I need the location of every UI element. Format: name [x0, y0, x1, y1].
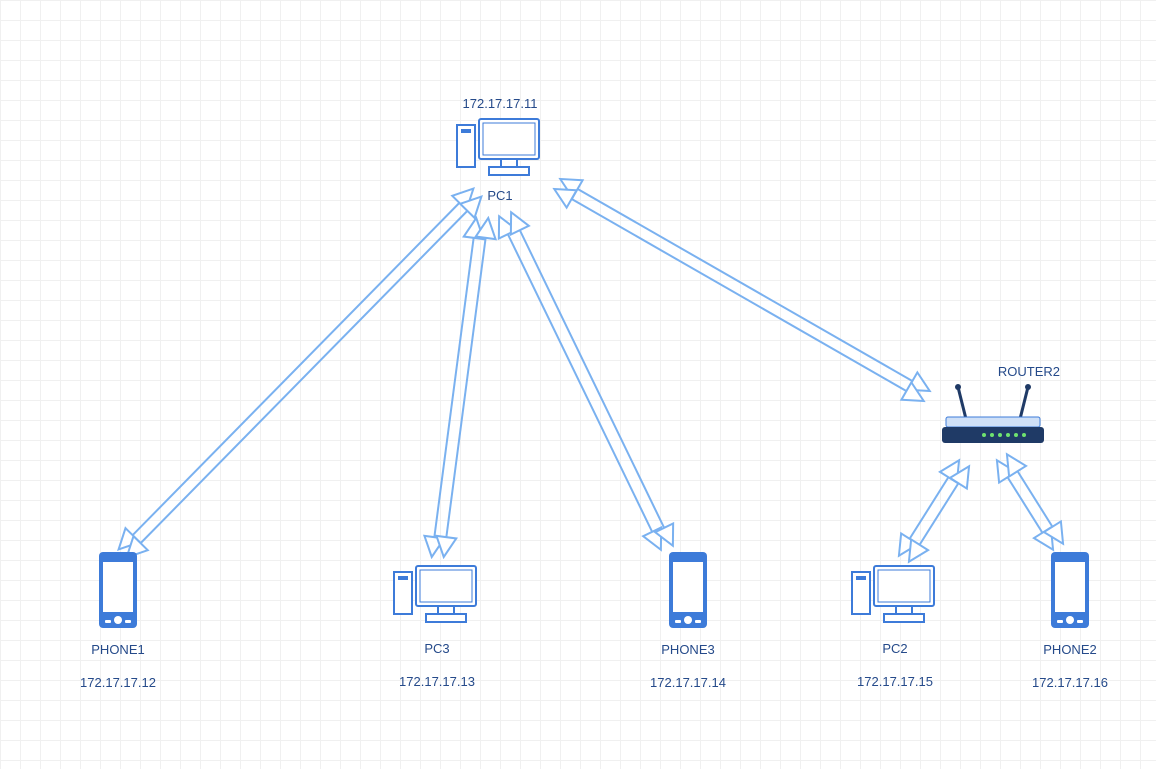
phone-icon: [663, 550, 713, 630]
node-router2-label: ROUTER2: [918, 364, 1068, 379]
pc-icon: [392, 558, 482, 628]
node-phone3-label: PHONE3: [628, 642, 748, 657]
node-pc1-ip: 172.17.17.11: [440, 96, 560, 111]
pc-icon: [455, 111, 545, 181]
node-pc3-ip: 172.17.17.13: [372, 674, 502, 689]
pc-icon: [850, 558, 940, 628]
phone-icon: [93, 550, 143, 630]
node-pc3-label: PC3: [372, 641, 502, 656]
node-pc2[interactable]: PC2 172.17.17.15: [830, 558, 960, 689]
diagram-canvas: 172.17.17.11 PC1 PHONE1 172.17.17.12: [0, 0, 1156, 769]
node-phone3-ip: 172.17.17.14: [628, 675, 748, 690]
node-pc2-ip: 172.17.17.15: [830, 674, 960, 689]
node-phone2-label: PHONE2: [1010, 642, 1130, 657]
node-phone1-ip: 172.17.17.12: [58, 675, 178, 690]
node-phone1-label: PHONE1: [58, 642, 178, 657]
node-phone3[interactable]: PHONE3 172.17.17.14: [628, 550, 748, 690]
node-pc1-label: PC1: [440, 188, 560, 203]
node-phone2-ip: 172.17.17.16: [1010, 675, 1130, 690]
node-phone1[interactable]: PHONE1 172.17.17.12: [58, 550, 178, 690]
node-pc1[interactable]: 172.17.17.11 PC1: [440, 90, 560, 203]
node-pc2-label: PC2: [830, 641, 960, 656]
node-router2[interactable]: ROUTER2: [918, 360, 1068, 454]
phone-icon: [1045, 550, 1095, 630]
router-icon: [938, 381, 1048, 451]
node-phone2[interactable]: PHONE2 172.17.17.16: [1010, 550, 1130, 690]
node-pc3[interactable]: PC3 172.17.17.13: [372, 558, 502, 689]
